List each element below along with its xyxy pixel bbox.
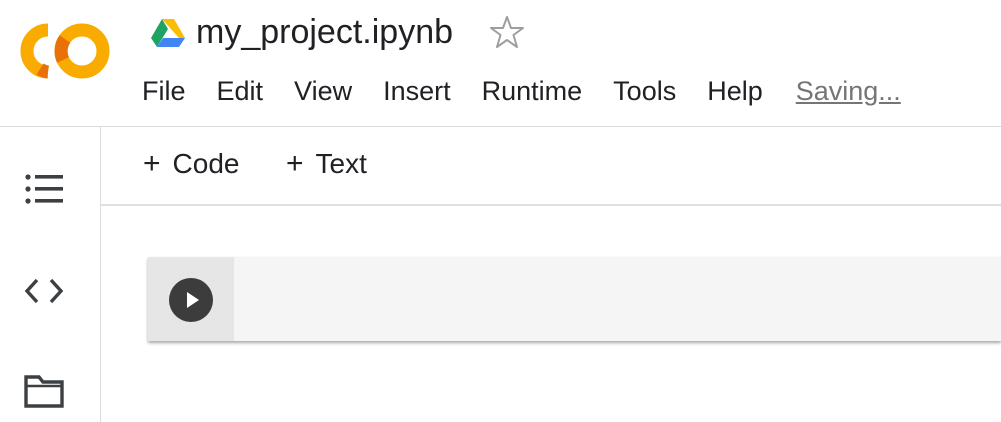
menu-tools[interactable]: Tools [613, 76, 676, 107]
header: my_project.ipynb File Edit View Insert R… [0, 0, 1001, 127]
code-cell [148, 257, 1001, 341]
cell-gutter [148, 257, 234, 341]
left-sidebar [0, 127, 101, 422]
files-icon[interactable] [22, 369, 66, 413]
notebook-title[interactable]: my_project.ipynb [196, 13, 453, 52]
add-code-label: Code [172, 148, 240, 179]
notebook-toolbar: + Code + Text [101, 127, 1001, 206]
cell-code-editor[interactable] [234, 257, 1001, 341]
menu-file[interactable]: File [142, 76, 186, 107]
add-code-cell-button[interactable]: + Code [143, 147, 239, 181]
menu-bar: File Edit View Insert Runtime Tools Help… [142, 66, 901, 116]
add-text-cell-button[interactable]: + Text [286, 147, 367, 181]
table-of-contents-icon[interactable] [22, 167, 66, 211]
colab-logo[interactable] [18, 22, 110, 80]
menu-edit[interactable]: Edit [217, 76, 264, 107]
play-icon [187, 292, 199, 308]
colab-app: my_project.ipynb File Edit View Insert R… [0, 0, 1001, 422]
run-cell-button[interactable] [169, 278, 213, 322]
plus-icon: + [143, 147, 161, 180]
save-status[interactable]: Saving... [796, 76, 901, 107]
menu-insert[interactable]: Insert [383, 76, 451, 107]
menu-runtime[interactable]: Runtime [482, 76, 583, 107]
star-icon[interactable] [489, 14, 525, 50]
plus-icon: + [286, 147, 304, 180]
google-drive-icon[interactable] [150, 17, 186, 47]
menu-view[interactable]: View [294, 76, 352, 107]
add-text-label: Text [315, 148, 367, 179]
title-row: my_project.ipynb [150, 10, 525, 54]
code-snippets-icon[interactable] [22, 269, 66, 313]
menu-help[interactable]: Help [707, 76, 763, 107]
colab-logo-icon [20, 23, 110, 79]
